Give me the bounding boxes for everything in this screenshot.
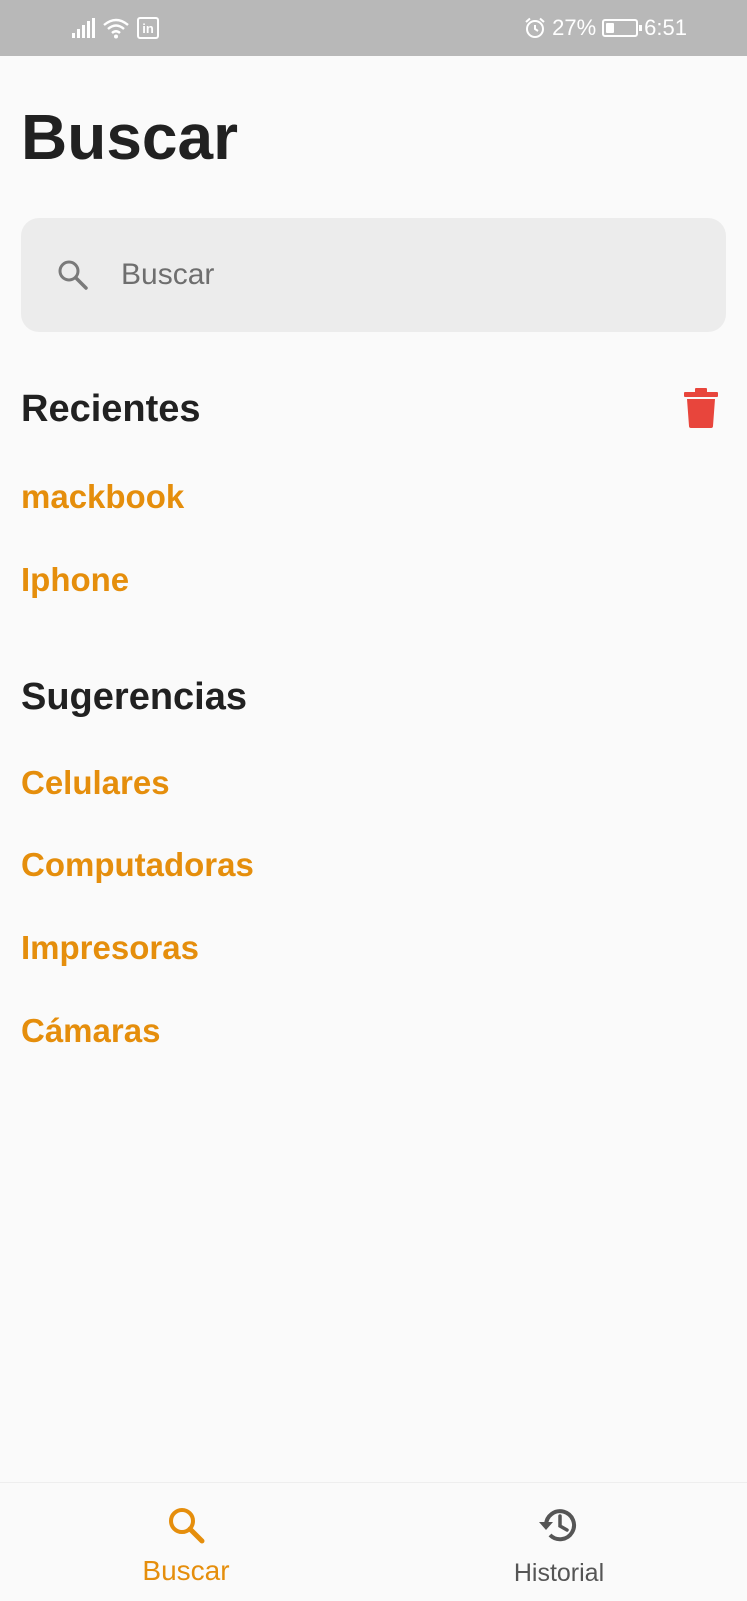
recent-section-title: Recientes: [21, 388, 201, 430]
suggestions-section-title: Sugerencias: [21, 676, 247, 718]
history-icon: [539, 1509, 576, 1542]
battery-percent: 27%: [552, 15, 597, 40]
linkedin-icon: in: [137, 17, 159, 39]
search-box[interactable]: [21, 218, 726, 332]
suggestion-item[interactable]: Impresoras: [21, 929, 199, 967]
search-input[interactable]: [121, 246, 701, 304]
status-bar: in 27% 6:51: [0, 0, 747, 56]
battery-fill: [606, 23, 615, 33]
nav-item-historial[interactable]: Historial: [459, 1483, 659, 1601]
battery-icon: [602, 19, 643, 37]
search-icon: [58, 260, 88, 290]
bottom-nav: Buscar Historial: [0, 1482, 747, 1600]
recent-item[interactable]: Iphone: [21, 561, 129, 599]
signal-icon: [72, 18, 95, 38]
nav-label-buscar: Buscar: [142, 1555, 230, 1586]
recent-item[interactable]: mackbook: [21, 478, 184, 516]
trash-icon[interactable]: [684, 388, 718, 428]
clock: 6:51: [644, 15, 687, 40]
wifi-icon: [103, 18, 129, 39]
nav-label-historial: Historial: [513, 1559, 605, 1587]
suggestion-item[interactable]: Computadoras: [21, 846, 254, 884]
page-title: Buscar: [21, 101, 238, 173]
alarm-icon: [525, 17, 545, 38]
suggestion-item[interactable]: Cámaras: [21, 1012, 160, 1050]
nav-item-buscar[interactable]: Buscar: [86, 1483, 286, 1601]
search-icon: [169, 1508, 205, 1544]
suggestion-item[interactable]: Celulares: [21, 764, 170, 802]
status-right-icons: 27% 6:51: [524, 14, 687, 42]
status-left-icons: in: [72, 14, 159, 42]
